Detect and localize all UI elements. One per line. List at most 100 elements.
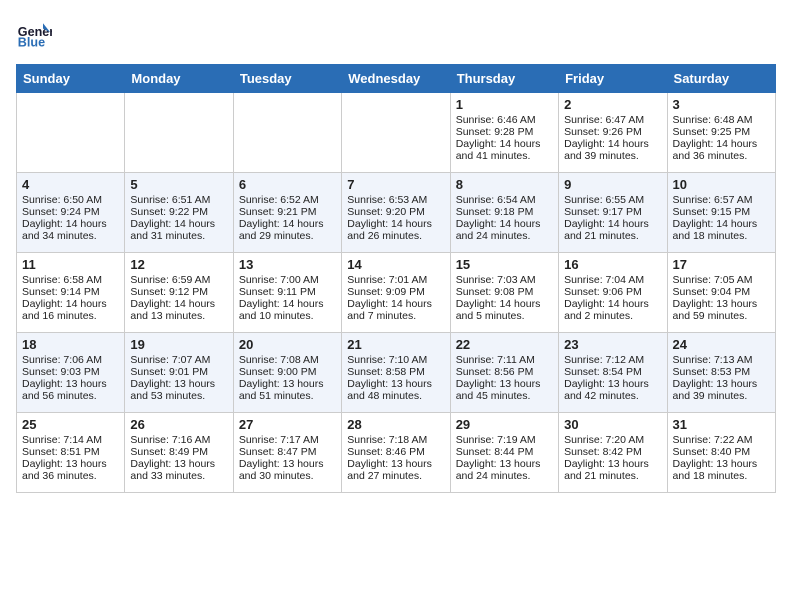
day-info: Sunset: 9:09 PM bbox=[347, 286, 444, 298]
day-info: and 13 minutes. bbox=[130, 310, 227, 322]
calendar-cell: 7Sunrise: 6:53 AMSunset: 9:20 PMDaylight… bbox=[342, 173, 450, 253]
day-info: and 21 minutes. bbox=[564, 230, 661, 242]
day-info: Sunset: 9:14 PM bbox=[22, 286, 119, 298]
day-info: Daylight: 13 hours bbox=[673, 458, 770, 470]
day-info: and 51 minutes. bbox=[239, 390, 336, 402]
day-number: 29 bbox=[456, 417, 553, 432]
calendar-cell: 28Sunrise: 7:18 AMSunset: 8:46 PMDayligh… bbox=[342, 413, 450, 493]
day-info: Daylight: 14 hours bbox=[22, 218, 119, 230]
day-info: Daylight: 13 hours bbox=[673, 298, 770, 310]
day-info: Sunset: 8:40 PM bbox=[673, 446, 770, 458]
day-info: Sunset: 9:20 PM bbox=[347, 206, 444, 218]
day-number: 8 bbox=[456, 177, 553, 192]
calendar-cell: 14 Sunrise: 7:01 AMSunset: 9:09 PMDayligh… bbox=[342, 253, 450, 333]
day-info: Sunrise: 7:18 AM bbox=[347, 434, 444, 446]
calendar-cell: 27Sunrise: 7:17 AMSunset: 8:47 PMDayligh… bbox=[233, 413, 341, 493]
day-info: Sunrise: 6:55 AM bbox=[564, 194, 661, 206]
calendar-cell: 10Sunrise: 6:57 AMSunset: 9:15 PMDayligh… bbox=[667, 173, 775, 253]
calendar-cell: 9Sunrise: 6:55 AMSunset: 9:17 PMDaylight… bbox=[559, 173, 667, 253]
day-info: and 2 minutes. bbox=[564, 310, 661, 322]
calendar-cell: 23Sunrise: 7:12 AMSunset: 8:54 PMDayligh… bbox=[559, 333, 667, 413]
day-info: and 33 minutes. bbox=[130, 470, 227, 482]
day-info: Sunrise: 6:46 AM bbox=[456, 114, 553, 126]
day-info: Sunrise: 7:13 AM bbox=[673, 354, 770, 366]
day-info: Sunset: 8:47 PM bbox=[239, 446, 336, 458]
day-header-saturday: Saturday bbox=[667, 65, 775, 93]
day-info: Sunrise: 6:48 AM bbox=[673, 114, 770, 126]
day-info: Daylight: 14 hours bbox=[673, 138, 770, 150]
day-info: Daylight: 13 hours bbox=[130, 458, 227, 470]
day-info: Daylight: 13 hours bbox=[456, 458, 553, 470]
day-info: Sunset: 9:17 PM bbox=[564, 206, 661, 218]
day-info: Sunrise: 7:01 AM bbox=[347, 274, 444, 286]
day-info: Sunset: 9:15 PM bbox=[673, 206, 770, 218]
day-number: 27 bbox=[239, 417, 336, 432]
day-info: Sunrise: 6:47 AM bbox=[564, 114, 661, 126]
day-info: and 39 minutes. bbox=[673, 390, 770, 402]
day-info: Daylight: 13 hours bbox=[22, 378, 119, 390]
day-number: 31 bbox=[673, 417, 770, 432]
day-info: Sunrise: 7:10 AM bbox=[347, 354, 444, 366]
day-info: Sunset: 9:24 PM bbox=[22, 206, 119, 218]
day-info: Sunset: 9:12 PM bbox=[130, 286, 227, 298]
day-info: Daylight: 14 hours bbox=[673, 218, 770, 230]
day-header-monday: Monday bbox=[125, 65, 233, 93]
day-number: 26 bbox=[130, 417, 227, 432]
calendar-cell: 25Sunrise: 7:14 AMSunset: 8:51 PMDayligh… bbox=[17, 413, 125, 493]
day-number: 3 bbox=[673, 97, 770, 112]
day-info: Sunrise: 7:03 AM bbox=[456, 274, 553, 286]
day-info: and 27 minutes. bbox=[347, 470, 444, 482]
day-info: Sunset: 9:22 PM bbox=[130, 206, 227, 218]
day-header-friday: Friday bbox=[559, 65, 667, 93]
day-number: 17 bbox=[673, 257, 770, 272]
day-info: Daylight: 14 hours bbox=[456, 298, 553, 310]
day-info: Daylight: 14 hours bbox=[347, 298, 444, 310]
day-info: and 59 minutes. bbox=[673, 310, 770, 322]
day-info: and 18 minutes. bbox=[673, 470, 770, 482]
day-info: Sunrise: 7:16 AM bbox=[130, 434, 227, 446]
day-number: 22 bbox=[456, 337, 553, 352]
day-info: Sunset: 9:11 PM bbox=[239, 286, 336, 298]
day-info: and 41 minutes. bbox=[456, 150, 553, 162]
calendar-cell: 13Sunrise: 7:00 AMSunset: 9:11 PMDayligh… bbox=[233, 253, 341, 333]
day-header-sunday: Sunday bbox=[17, 65, 125, 93]
day-number: 9 bbox=[564, 177, 661, 192]
day-info: Daylight: 14 hours bbox=[456, 218, 553, 230]
calendar-cell: 19Sunrise: 7:07 AMSunset: 9:01 PMDayligh… bbox=[125, 333, 233, 413]
day-info: Sunrise: 7:19 AM bbox=[456, 434, 553, 446]
day-number: 14 bbox=[347, 257, 444, 272]
day-info: Daylight: 13 hours bbox=[22, 458, 119, 470]
calendar-cell: 8Sunrise: 6:54 AMSunset: 9:18 PMDaylight… bbox=[450, 173, 558, 253]
day-header-thursday: Thursday bbox=[450, 65, 558, 93]
day-info: Sunset: 9:06 PM bbox=[564, 286, 661, 298]
day-info: Sunset: 9:28 PM bbox=[456, 126, 553, 138]
day-info: Sunrise: 6:58 AM bbox=[22, 274, 119, 286]
day-info: Sunset: 9:01 PM bbox=[130, 366, 227, 378]
logo: General Blue bbox=[16, 16, 52, 52]
day-info: and 26 minutes. bbox=[347, 230, 444, 242]
day-info: Sunset: 8:58 PM bbox=[347, 366, 444, 378]
day-info: and 5 minutes. bbox=[456, 310, 553, 322]
day-info: Sunrise: 7:07 AM bbox=[130, 354, 227, 366]
day-info: Daylight: 13 hours bbox=[239, 458, 336, 470]
day-number: 30 bbox=[564, 417, 661, 432]
svg-text:Blue: Blue bbox=[18, 36, 45, 50]
day-info: Daylight: 14 hours bbox=[456, 138, 553, 150]
day-info: Daylight: 14 hours bbox=[347, 218, 444, 230]
calendar-cell: 2Sunrise: 6:47 AMSunset: 9:26 PMDaylight… bbox=[559, 93, 667, 173]
calendar-cell bbox=[342, 93, 450, 173]
day-number: 16 bbox=[564, 257, 661, 272]
day-info: Sunset: 9:04 PM bbox=[673, 286, 770, 298]
calendar-table: SundayMondayTuesdayWednesdayThursdayFrid… bbox=[16, 64, 776, 493]
calendar-cell: 21Sunrise: 7:10 AMSunset: 8:58 PMDayligh… bbox=[342, 333, 450, 413]
day-info: Sunrise: 7:08 AM bbox=[239, 354, 336, 366]
day-info: Sunset: 9:25 PM bbox=[673, 126, 770, 138]
day-info: and 36 minutes. bbox=[22, 470, 119, 482]
day-info: Daylight: 13 hours bbox=[564, 458, 661, 470]
day-info: Sunrise: 7:22 AM bbox=[673, 434, 770, 446]
day-info: and 34 minutes. bbox=[22, 230, 119, 242]
calendar-cell: 5Sunrise: 6:51 AMSunset: 9:22 PMDaylight… bbox=[125, 173, 233, 253]
day-info: Daylight: 14 hours bbox=[130, 218, 227, 230]
day-info: Daylight: 14 hours bbox=[564, 298, 661, 310]
day-number: 11 bbox=[22, 257, 119, 272]
